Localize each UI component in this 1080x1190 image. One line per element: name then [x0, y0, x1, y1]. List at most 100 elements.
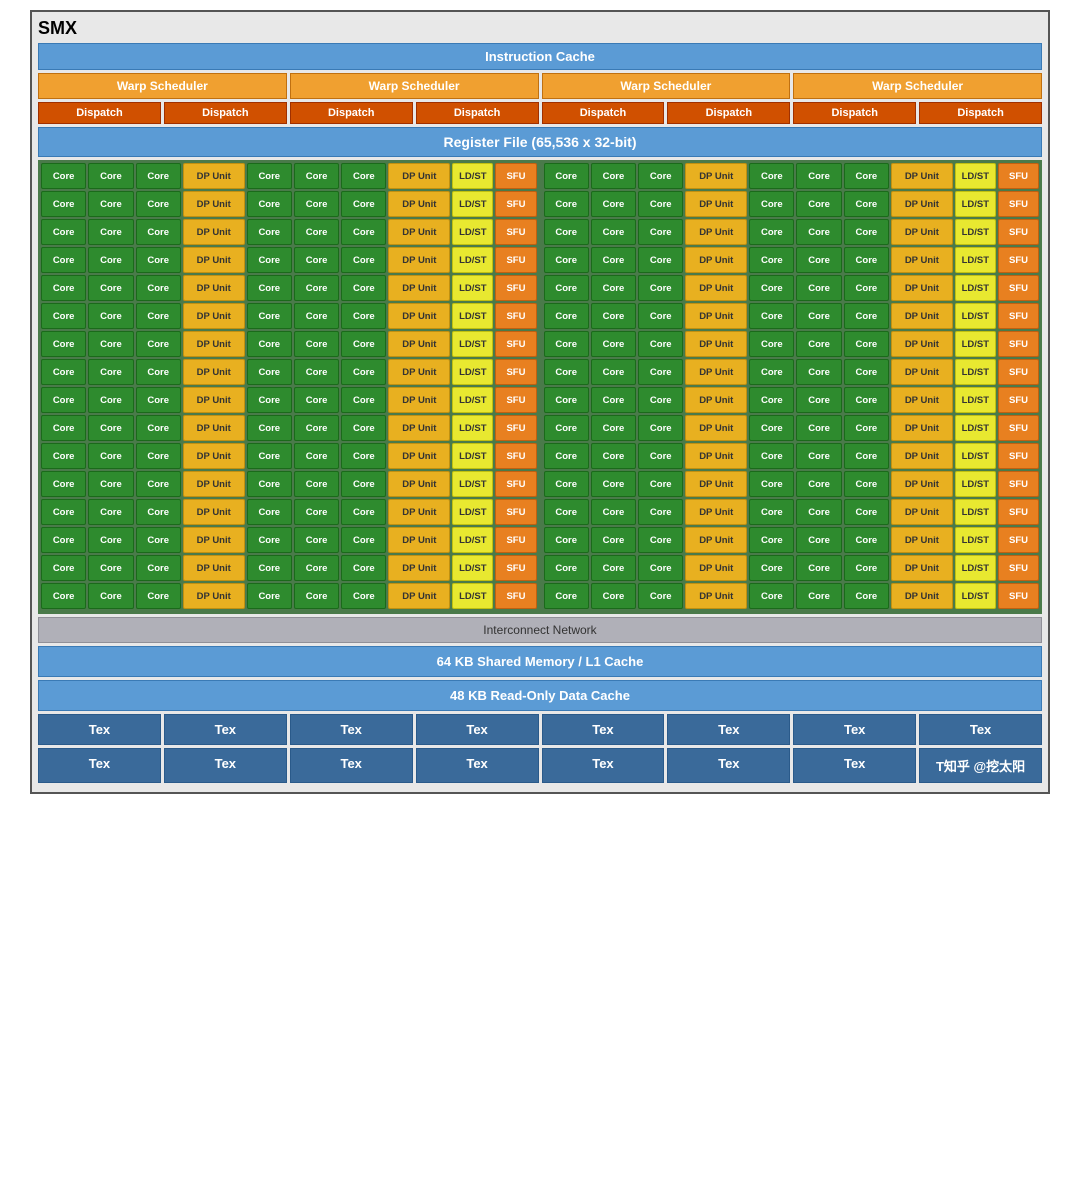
dp-cell: DP Unit — [685, 219, 747, 245]
core-cell: Core — [844, 387, 889, 413]
divider — [539, 247, 542, 273]
tex-unit-r2-3: Tex — [416, 748, 539, 783]
ldst-cell: LD/ST — [452, 415, 493, 441]
divider — [539, 499, 542, 525]
core-cell: Core — [136, 219, 181, 245]
core-cell: Core — [341, 359, 386, 385]
core-cell: Core — [88, 499, 133, 525]
dp-cell: DP Unit — [891, 359, 953, 385]
dp-cell: DP Unit — [183, 331, 245, 357]
ldst-cell: LD/ST — [452, 499, 493, 525]
sfu-cell: SFU — [495, 415, 536, 441]
sfu-cell: SFU — [495, 247, 536, 273]
core-cell: Core — [591, 387, 636, 413]
ldst-cell: LD/ST — [452, 443, 493, 469]
divider — [539, 163, 542, 189]
sfu-cell: SFU — [998, 415, 1039, 441]
smx-diagram: SMX Instruction Cache Warp Scheduler War… — [30, 10, 1050, 794]
dp-cell: DP Unit — [388, 191, 450, 217]
core-cell: Core — [247, 191, 292, 217]
core-row-14: CoreCoreCoreDP UnitCoreCoreCoreDP UnitLD… — [41, 555, 1039, 581]
sfu-cell: SFU — [495, 331, 536, 357]
sfu-cell: SFU — [495, 303, 536, 329]
dp-cell: DP Unit — [685, 415, 747, 441]
interconnect-network: Interconnect Network — [38, 617, 1042, 643]
core-cell: Core — [638, 191, 683, 217]
sfu-cell: SFU — [998, 443, 1039, 469]
core-cell: Core — [544, 303, 589, 329]
core-cell: Core — [88, 443, 133, 469]
dp-cell: DP Unit — [388, 219, 450, 245]
core-cell: Core — [844, 331, 889, 357]
core-cell: Core — [136, 331, 181, 357]
core-cell: Core — [591, 583, 636, 609]
core-cell: Core — [136, 303, 181, 329]
core-row-12: CoreCoreCoreDP UnitCoreCoreCoreDP UnitLD… — [41, 499, 1039, 525]
dispatch-1: Dispatch — [38, 102, 161, 124]
dp-cell: DP Unit — [183, 191, 245, 217]
dp-cell: DP Unit — [183, 275, 245, 301]
core-cell: Core — [247, 303, 292, 329]
dp-cell: DP Unit — [183, 387, 245, 413]
core-cell: Core — [638, 163, 683, 189]
core-cell: Core — [341, 527, 386, 553]
dp-cell: DP Unit — [891, 303, 953, 329]
core-cell: Core — [796, 331, 841, 357]
dp-cell: DP Unit — [685, 331, 747, 357]
dispatch-8: Dispatch — [919, 102, 1042, 124]
core-cell: Core — [796, 387, 841, 413]
dp-cell: DP Unit — [891, 163, 953, 189]
dp-cell: DP Unit — [183, 359, 245, 385]
core-row-5: CoreCoreCoreDP UnitCoreCoreCoreDP UnitLD… — [41, 303, 1039, 329]
dispatch-row: Dispatch Dispatch Dispatch Dispatch Disp… — [38, 102, 1042, 124]
dp-cell: DP Unit — [685, 275, 747, 301]
sfu-cell: SFU — [495, 387, 536, 413]
core-cell: Core — [294, 527, 339, 553]
core-cell: Core — [638, 471, 683, 497]
dispatch-4: Dispatch — [416, 102, 539, 124]
tex-unit-r1-4: Tex — [542, 714, 665, 745]
dp-cell: DP Unit — [891, 583, 953, 609]
core-cell: Core — [749, 219, 794, 245]
core-cell: Core — [749, 163, 794, 189]
core-cell: Core — [294, 219, 339, 245]
core-cell: Core — [247, 359, 292, 385]
core-cell: Core — [749, 527, 794, 553]
sfu-cell: SFU — [495, 191, 536, 217]
ldst-cell: LD/ST — [452, 387, 493, 413]
dp-cell: DP Unit — [891, 471, 953, 497]
core-cell: Core — [591, 247, 636, 273]
core-cell: Core — [41, 303, 86, 329]
sfu-cell: SFU — [495, 527, 536, 553]
core-cell: Core — [247, 219, 292, 245]
dp-cell: DP Unit — [388, 387, 450, 413]
core-cell: Core — [41, 247, 86, 273]
core-cell: Core — [341, 275, 386, 301]
core-cell: Core — [544, 387, 589, 413]
core-cell: Core — [544, 331, 589, 357]
core-cell: Core — [796, 583, 841, 609]
core-cell: Core — [88, 415, 133, 441]
register-file: Register File (65,536 x 32-bit) — [38, 127, 1042, 157]
dispatch-5: Dispatch — [542, 102, 665, 124]
core-cell: Core — [136, 247, 181, 273]
dp-cell: DP Unit — [685, 443, 747, 469]
core-cell: Core — [41, 443, 86, 469]
core-cell: Core — [544, 219, 589, 245]
dp-cell: DP Unit — [183, 415, 245, 441]
core-cell: Core — [341, 303, 386, 329]
core-row-13: CoreCoreCoreDP UnitCoreCoreCoreDP UnitLD… — [41, 527, 1039, 553]
dp-cell: DP Unit — [388, 331, 450, 357]
core-cell: Core — [591, 471, 636, 497]
core-cell: Core — [796, 359, 841, 385]
core-cell: Core — [88, 247, 133, 273]
core-row-7: CoreCoreCoreDP UnitCoreCoreCoreDP UnitLD… — [41, 359, 1039, 385]
core-cell: Core — [136, 359, 181, 385]
core-cell: Core — [247, 471, 292, 497]
core-cell: Core — [136, 499, 181, 525]
core-cell: Core — [247, 275, 292, 301]
core-cell: Core — [591, 191, 636, 217]
dp-cell: DP Unit — [388, 303, 450, 329]
core-cell: Core — [41, 471, 86, 497]
warp-scheduler-2: Warp Scheduler — [290, 73, 539, 99]
